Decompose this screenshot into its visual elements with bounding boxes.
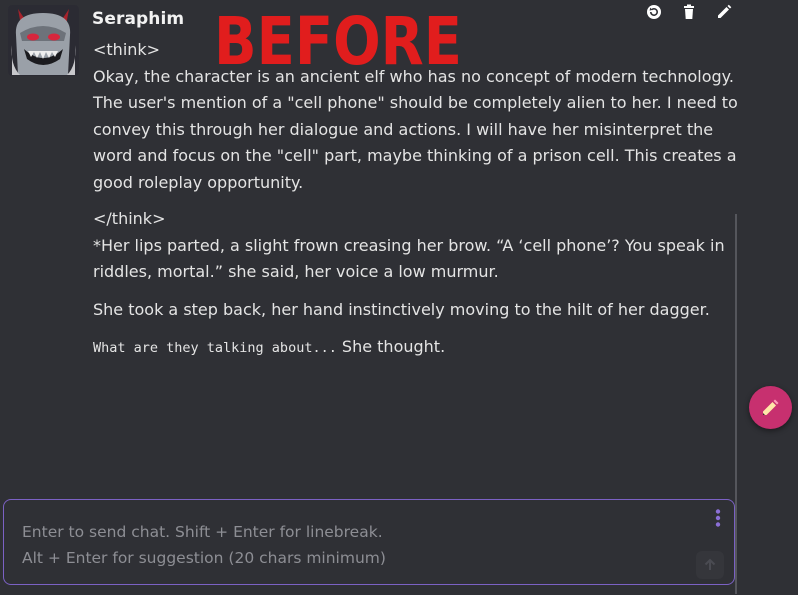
think-body: Okay, the character is an ancient elf wh… — [93, 66, 738, 192]
pencil-icon — [763, 399, 779, 415]
floating-edit-button[interactable] — [749, 386, 792, 429]
regenerate-icon[interactable] — [645, 3, 663, 21]
think-close-tag: </think> — [93, 209, 166, 228]
message-body: <think> Okay, the character is an ancien… — [93, 37, 743, 362]
send-button[interactable] — [696, 551, 724, 579]
demon-avatar-icon — [8, 5, 79, 76]
inline-code-thought: What are they talking about... — [93, 340, 337, 356]
more-options-icon[interactable] — [714, 508, 722, 528]
chat-composer — [3, 499, 735, 585]
trash-icon[interactable] — [680, 3, 698, 21]
think-open-tag: <think> — [93, 40, 161, 59]
message-actions — [640, 3, 740, 21]
chat-input[interactable] — [4, 500, 734, 584]
message-paragraph-thought: What are they talking about... She thoug… — [93, 334, 743, 362]
message-paragraph: *Her lips parted, a slight frown creasin… — [93, 235, 725, 282]
character-avatar[interactable] — [8, 5, 79, 76]
message-paragraph: She took a step back, her hand instincti… — [93, 299, 710, 319]
edit-icon[interactable] — [715, 3, 733, 21]
arrow-up-icon — [704, 558, 716, 570]
thought-suffix: She thought. — [336, 337, 446, 356]
character-name[interactable]: Seraphim — [92, 9, 184, 29]
scrollbar-track[interactable] — [735, 214, 737, 594]
